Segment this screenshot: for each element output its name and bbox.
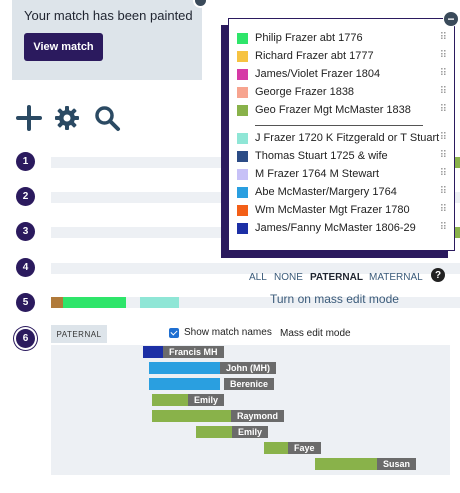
legend-item-label: Abe McMaster/Margery 1764 (255, 186, 397, 198)
legend-item[interactable]: Geo Frazer Mgt McMaster 1838 ⠿ (229, 102, 454, 120)
filter-paternal-link[interactable]: PATERNAL (310, 272, 363, 283)
drag-handle-icon[interactable]: ⠿ (440, 33, 447, 43)
filter-all-link[interactable]: ALL (249, 272, 267, 283)
search-icon[interactable] (93, 104, 121, 132)
chromosome-3-button[interactable]: 3 (16, 222, 35, 241)
legend-item[interactable]: James/Fanny McMaster 1806-29 ⠿ (229, 220, 454, 238)
legend-item[interactable]: George Frazer 1838 ⠿ (229, 84, 454, 102)
show-names-label: Show match names (184, 327, 272, 338)
chromosome-6-button[interactable]: 6 (16, 329, 35, 348)
legend-swatch (237, 105, 248, 116)
match-name-tag[interactable]: Emily (188, 394, 225, 406)
filter-maternal-link[interactable]: MATERNAL (369, 272, 423, 283)
mass-edit-toggle-link[interactable]: Turn on mass edit mode (270, 292, 399, 306)
legend-item[interactable]: Thomas Stuart 1725 & wife ⠿ (229, 148, 454, 166)
legend-item-label: Richard Frazer abt 1777 (255, 50, 374, 62)
collapse-legend-icon[interactable]: − (443, 11, 459, 27)
show-names-checkbox[interactable] (169, 327, 179, 338)
help-icon[interactable]: ? (431, 268, 445, 282)
legend-swatch (237, 133, 248, 144)
drag-handle-icon[interactable]: ⠿ (440, 69, 447, 79)
match-name-tag[interactable]: Faye (288, 442, 321, 454)
legend-item-label: Geo Frazer Mgt McMaster 1838 (255, 104, 411, 116)
match-name-tag[interactable]: John (MH) (220, 362, 276, 374)
match-segment[interactable] (149, 378, 220, 390)
match-segment[interactable] (196, 426, 232, 438)
legend-item-label: M Frazer 1764 M Stewart (255, 168, 380, 180)
legend-item-label: James/Fanny McMaster 1806-29 (255, 222, 416, 234)
drag-handle-icon[interactable]: ⠿ (440, 187, 447, 197)
match-name-tag[interactable]: Susan (377, 458, 417, 470)
match-segment[interactable] (149, 362, 220, 374)
gear-icon[interactable] (53, 104, 81, 132)
mass-edit-mode-label[interactable]: Mass edit mode (280, 328, 351, 339)
drag-handle-icon[interactable]: ⠿ (440, 87, 447, 97)
legend-swatch (237, 87, 248, 98)
match-painted-card: Your match has been painted View match (12, 0, 202, 80)
drag-handle-icon[interactable]: ⠿ (440, 51, 447, 61)
match-segment[interactable] (315, 458, 377, 470)
view-match-button[interactable]: View match (24, 33, 103, 61)
legend-swatch (237, 223, 248, 234)
legend-swatch (237, 33, 248, 44)
legend-item[interactable]: Richard Frazer abt 1777 ⠿ (229, 48, 454, 66)
drag-handle-icon[interactable]: ⠿ (440, 133, 447, 143)
match-painted-title: Your match has been painted (24, 8, 193, 23)
legend-swatch (237, 69, 248, 80)
chromosome-2-button[interactable]: 2 (16, 187, 35, 206)
match-segment[interactable] (152, 410, 231, 422)
legend-swatch (237, 51, 248, 62)
legend-item-label: J Frazer 1720 K Fitzgerald or T Stuart (255, 132, 440, 144)
chromosome-4-button[interactable]: 4 (16, 258, 35, 277)
legend-item-label: Philip Frazer abt 1776 (255, 32, 363, 44)
legend-swatch (237, 151, 248, 162)
drag-handle-icon[interactable]: ⠿ (440, 205, 447, 215)
ancestor-legend-panel: Philip Frazer abt 1776 ⠿ Richard Frazer … (228, 18, 455, 251)
plus-icon[interactable] (15, 104, 43, 132)
drag-handle-icon[interactable]: ⠿ (440, 151, 447, 161)
match-name-tag[interactable]: Emily (232, 426, 269, 438)
match-name-tag[interactable]: Francis MH (163, 346, 224, 358)
chromosome-5-segment[interactable] (63, 297, 126, 308)
legend-item-label: Wm McMaster Mgt Frazer 1780 (255, 204, 410, 216)
match-name-tag[interactable]: Berenice (224, 378, 275, 390)
legend-item[interactable]: J Frazer 1720 K Fitzgerald or T Stuart ⠿ (229, 130, 454, 148)
match-segment[interactable] (152, 394, 188, 406)
legend-item[interactable]: M Frazer 1764 M Stewart ⠿ (229, 166, 454, 184)
legend-swatch (237, 205, 248, 216)
chromosome-5-segment[interactable] (140, 297, 179, 308)
legend-item[interactable]: James/Violet Frazer 1804 ⠿ (229, 66, 454, 84)
match-segment[interactable] (143, 346, 163, 358)
show-match-names-toggle[interactable]: Show match names (169, 327, 272, 338)
legend-item[interactable]: Wm McMaster Mgt Frazer 1780 ⠿ (229, 202, 454, 220)
drag-handle-icon[interactable]: ⠿ (440, 105, 447, 115)
chromosome-5-button[interactable]: 5 (16, 293, 35, 312)
legend-swatch (237, 169, 248, 180)
chromosome-5-segment[interactable] (51, 297, 63, 308)
legend-item-label: George Frazer 1838 (255, 86, 355, 98)
legend-item[interactable]: Abe McMaster/Margery 1764 ⠿ (229, 184, 454, 202)
match-segment[interactable] (264, 442, 288, 454)
drag-handle-icon[interactable]: ⠿ (440, 169, 447, 179)
paternal-side-tag: PATERNAL (51, 325, 107, 343)
drag-handle-icon[interactable]: ⠿ (440, 223, 447, 233)
filter-none-link[interactable]: NONE (274, 272, 303, 283)
legend-item[interactable]: Philip Frazer abt 1776 ⠿ (229, 30, 454, 48)
legend-item-label: Thomas Stuart 1725 & wife (255, 150, 388, 162)
match-name-tag[interactable]: Raymond (231, 410, 285, 422)
chromosome-1-button[interactable]: 1 (16, 152, 35, 171)
legend-divider (255, 125, 423, 126)
legend-swatch (237, 187, 248, 198)
legend-item-label: James/Violet Frazer 1804 (255, 68, 381, 80)
